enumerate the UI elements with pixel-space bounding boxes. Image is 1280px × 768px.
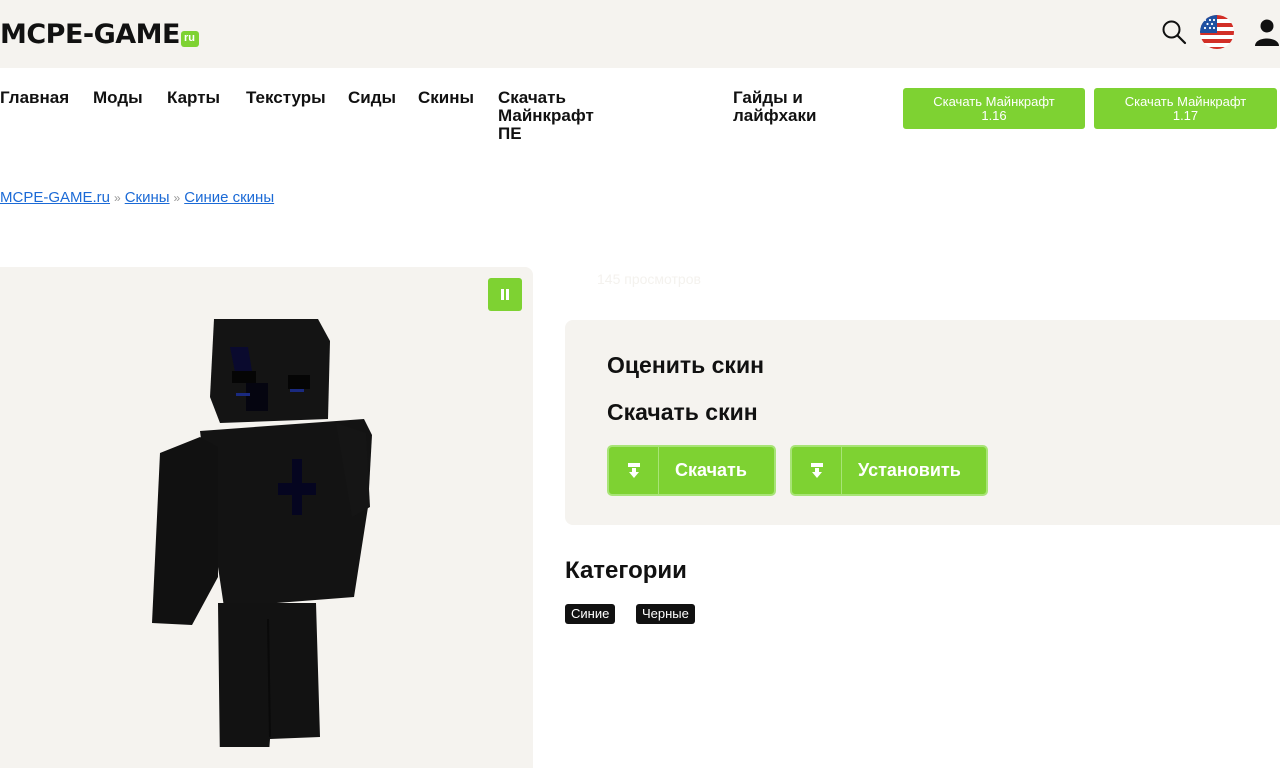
breadcrumb-separator: » bbox=[173, 191, 181, 205]
nav-item-download-pe-line2: ПЕ bbox=[498, 124, 522, 143]
breadcrumb-blue-skins[interactable]: Синие скины bbox=[184, 189, 274, 206]
header-icons bbox=[1160, 15, 1280, 49]
breadcrumb-skins[interactable]: Скины bbox=[125, 189, 170, 206]
download-minecraft-1-16-button[interactable]: Скачать Майнкрафт 1.16 bbox=[903, 88, 1085, 129]
download-icon bbox=[792, 447, 842, 494]
nav-item-guides-line2: лайфхаки bbox=[733, 106, 817, 125]
logo-text: MCPE-GAME bbox=[0, 19, 181, 50]
user-icon[interactable] bbox=[1254, 18, 1280, 46]
us-flag-icon[interactable] bbox=[1200, 15, 1234, 49]
download-skin-button-label: Скачать bbox=[675, 460, 747, 480]
nav-item-guides-line1: Гайды и bbox=[733, 88, 803, 107]
nav-item-guides[interactable]: Гайды и лайфхаки bbox=[733, 89, 816, 125]
download-skin-title: Скачать скин bbox=[607, 399, 758, 425]
breadcrumb: MCPE-GAME.ru» Скины» Синие скины bbox=[0, 189, 274, 206]
site-logo[interactable]: MCPE-GAME ru bbox=[0, 20, 199, 50]
download-minecraft-1-17-button[interactable]: Скачать Майнкрафт 1.17 bbox=[1094, 88, 1277, 129]
breadcrumb-separator: » bbox=[114, 191, 121, 205]
nav-item-textures[interactable]: Текстуры bbox=[246, 89, 326, 107]
skin-preview[interactable] bbox=[0, 267, 533, 768]
nav-item-download-pe[interactable]: Скачать Майнкрафт ПЕ bbox=[498, 89, 594, 143]
breadcrumb-home[interactable]: MCPE-GAME.ru bbox=[0, 189, 110, 206]
categories-title: Категории bbox=[565, 557, 687, 584]
top-bar: MCPE-GAME ru bbox=[0, 0, 1280, 68]
nav-item-home[interactable]: Главная bbox=[0, 89, 69, 107]
category-tag-blue[interactable]: Синие bbox=[565, 604, 616, 624]
views-count: 145 просмотров bbox=[597, 271, 701, 287]
logo-domain-badge: ru bbox=[181, 31, 199, 47]
download-button-version: 1.16 bbox=[981, 107, 1007, 123]
install-skin-button-label: Установить bbox=[858, 460, 961, 480]
install-skin-button[interactable]: Установить bbox=[790, 445, 988, 496]
download-button-text: Скачать Майнкрафт bbox=[1124, 93, 1247, 109]
nav-item-maps[interactable]: Карты bbox=[167, 89, 220, 107]
nav-item-skins[interactable]: Скины bbox=[418, 89, 474, 107]
nav-item-seeds[interactable]: Сиды bbox=[348, 89, 396, 107]
download-icon bbox=[609, 447, 659, 494]
pause-button[interactable] bbox=[488, 278, 522, 311]
category-tag-black[interactable]: Черные bbox=[636, 604, 695, 624]
download-skin-button[interactable]: Скачать bbox=[607, 445, 776, 496]
download-button-version: 1.17 bbox=[1172, 107, 1199, 123]
rate-skin-title: Оценить скин bbox=[607, 352, 764, 378]
skin-actions-panel: Оценить скин Скачать скин Скачать Устано… bbox=[565, 320, 1280, 525]
search-icon[interactable] bbox=[1160, 18, 1188, 46]
skin-3d-model bbox=[152, 319, 372, 747]
download-button-text: Скачать Майнкрафт bbox=[933, 93, 1055, 109]
nav-item-download-pe-line1: Скачать Майнкрафт bbox=[498, 88, 594, 125]
nav-item-mods[interactable]: Моды bbox=[93, 89, 143, 107]
